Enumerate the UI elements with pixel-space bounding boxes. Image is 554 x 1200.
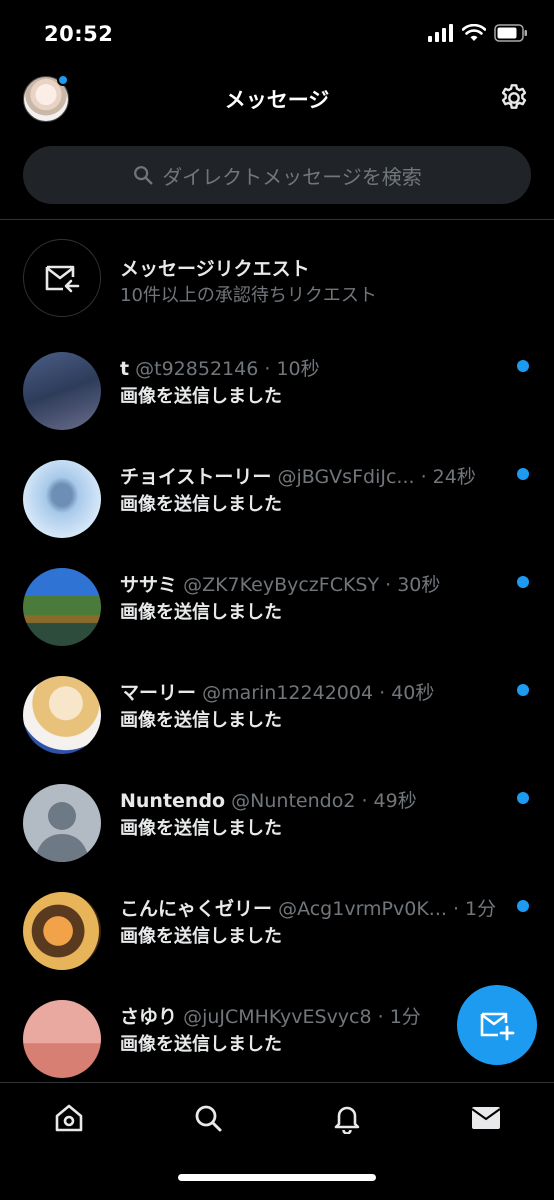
message-header: こんにゃくゼリー @Acg1vrmPv0K... · 1分 <box>120 894 510 921</box>
home-indicator <box>178 1174 376 1181</box>
message-preview: 画像を送信しました <box>120 602 282 623</box>
mail-icon <box>471 1107 501 1129</box>
nav-search[interactable] <box>191 1101 225 1135</box>
avatar[interactable] <box>23 676 101 754</box>
message-header: チョイストーリー @jBGVsFdiJc... · 24秒 <box>120 462 510 489</box>
sender-name: チョイストーリー <box>120 466 272 488</box>
sender-handle: @marin12242004 <box>202 682 374 704</box>
wifi-icon <box>462 24 486 41</box>
avatar[interactable] <box>23 352 101 430</box>
message-time: · 10秒 <box>264 358 320 380</box>
status-time: 20:52 <box>44 22 114 46</box>
search-icon <box>195 1105 222 1132</box>
compose-message-button[interactable] <box>457 985 537 1065</box>
sender-handle: @ZK7KeyByczFCKSY <box>183 574 380 596</box>
gear-icon[interactable] <box>498 82 530 114</box>
bottom-nav <box>0 1082 554 1200</box>
signal-icon <box>428 24 453 42</box>
header-bar: メッセージ <box>0 64 554 130</box>
sender-name: ササミ <box>120 574 178 596</box>
message-header: ササミ @ZK7KeyByczFCKSY · 30秒 <box>120 570 510 597</box>
message-header: マーリー @marin12242004 · 40秒 <box>120 678 510 705</box>
message-preview: 画像を送信しました <box>120 494 282 515</box>
sender-name: マーリー <box>120 682 197 704</box>
message-header: t @t92852146 · 10秒 <box>120 354 510 381</box>
sender-name: Nuntendo <box>120 790 226 812</box>
nav-messages[interactable] <box>469 1101 503 1135</box>
home-icon <box>55 1104 83 1132</box>
sender-name: さゆり <box>120 1006 178 1028</box>
message-row[interactable]: ササミ @ZK7KeyByczFCKSY · 30秒 画像を送信しました <box>0 556 554 664</box>
message-row[interactable]: こんにゃくゼリー @Acg1vrmPv0K... · 1分 画像を送信しました <box>0 880 554 988</box>
compose-message-icon <box>480 1012 515 1041</box>
unread-dot <box>517 576 529 588</box>
message-row[interactable]: マーリー @marin12242004 · 40秒 画像を送信しました <box>0 664 554 772</box>
unread-dot <box>517 792 529 804</box>
sender-handle: @t92852146 <box>135 358 259 380</box>
message-row[interactable]: t @t92852146 · 10秒 画像を送信しました <box>0 340 554 448</box>
sender-name: こんにゃくゼリー <box>120 898 273 920</box>
avatar[interactable] <box>23 460 101 538</box>
unread-dot <box>517 684 529 696</box>
message-time: · 49秒 <box>361 790 417 812</box>
message-time: · 24秒 <box>420 466 476 488</box>
unread-dot <box>517 900 529 912</box>
battery-icon <box>494 24 527 42</box>
bell-icon <box>334 1106 360 1134</box>
sender-handle: @juJCMHKyvESvyc8 <box>183 1006 372 1028</box>
search-placeholder: ダイレクトメッセージを検索 <box>162 164 422 189</box>
sender-handle: @Acg1vrmPv0K... <box>278 898 447 920</box>
message-preview: 画像を送信しました <box>120 1034 282 1055</box>
requests-title: メッセージリクエスト <box>120 258 310 280</box>
page-title: メッセージ <box>224 88 330 112</box>
avatar[interactable] <box>23 784 101 862</box>
unread-dot <box>517 360 529 372</box>
message-requests-row[interactable]: メッセージリクエスト 10件以上の承認待ちリクエスト <box>0 230 554 326</box>
status-bar: 20:52 <box>0 0 554 64</box>
nav-notifications[interactable] <box>330 1101 364 1135</box>
message-header: さゆり @juJCMHKyvESvyc8 · 1分 <box>120 1002 510 1029</box>
requests-subtitle: 10件以上の承認待ちリクエスト <box>120 285 377 306</box>
sender-handle: @jBGVsFdiJc... <box>277 466 415 488</box>
message-list: t @t92852146 · 10秒 画像を送信しました チョイストーリー @j… <box>0 340 554 1096</box>
search-area: ダイレクトメッセージを検索 <box>0 130 554 220</box>
message-header: Nuntendo @Nuntendo2 · 49秒 <box>120 786 510 813</box>
sender-handle: @Nuntendo2 <box>231 790 356 812</box>
dm-inbox-screen: 20:52 メッセージ ダイレクトメッセージを検索 メッセージリクエスト 10件… <box>0 0 554 1200</box>
message-preview: 画像を送信しました <box>120 710 282 731</box>
message-row[interactable]: Nuntendo @Nuntendo2 · 49秒 画像を送信しました <box>0 772 554 880</box>
message-preview: 画像を送信しました <box>120 386 282 407</box>
mail-request-icon <box>23 239 101 317</box>
nav-home[interactable] <box>52 1101 86 1135</box>
status-icons <box>428 24 528 42</box>
message-preview: 画像を送信しました <box>120 818 282 839</box>
message-preview: 画像を送信しました <box>120 926 282 947</box>
message-time: · 30秒 <box>385 574 441 596</box>
message-row[interactable]: チョイストーリー @jBGVsFdiJc... · 24秒 画像を送信しました <box>0 448 554 556</box>
sender-name: t <box>120 358 130 380</box>
unread-dot <box>517 468 529 480</box>
avatar[interactable] <box>23 892 101 970</box>
search-icon <box>134 166 153 185</box>
avatar[interactable] <box>23 568 101 646</box>
default-avatar-icon <box>35 802 89 862</box>
search-input[interactable]: ダイレクトメッセージを検索 <box>23 146 531 204</box>
message-time: · 1分 <box>452 898 497 920</box>
message-time: · 40秒 <box>379 682 435 704</box>
message-time: · 1分 <box>377 1006 421 1028</box>
avatar[interactable] <box>23 1000 101 1078</box>
